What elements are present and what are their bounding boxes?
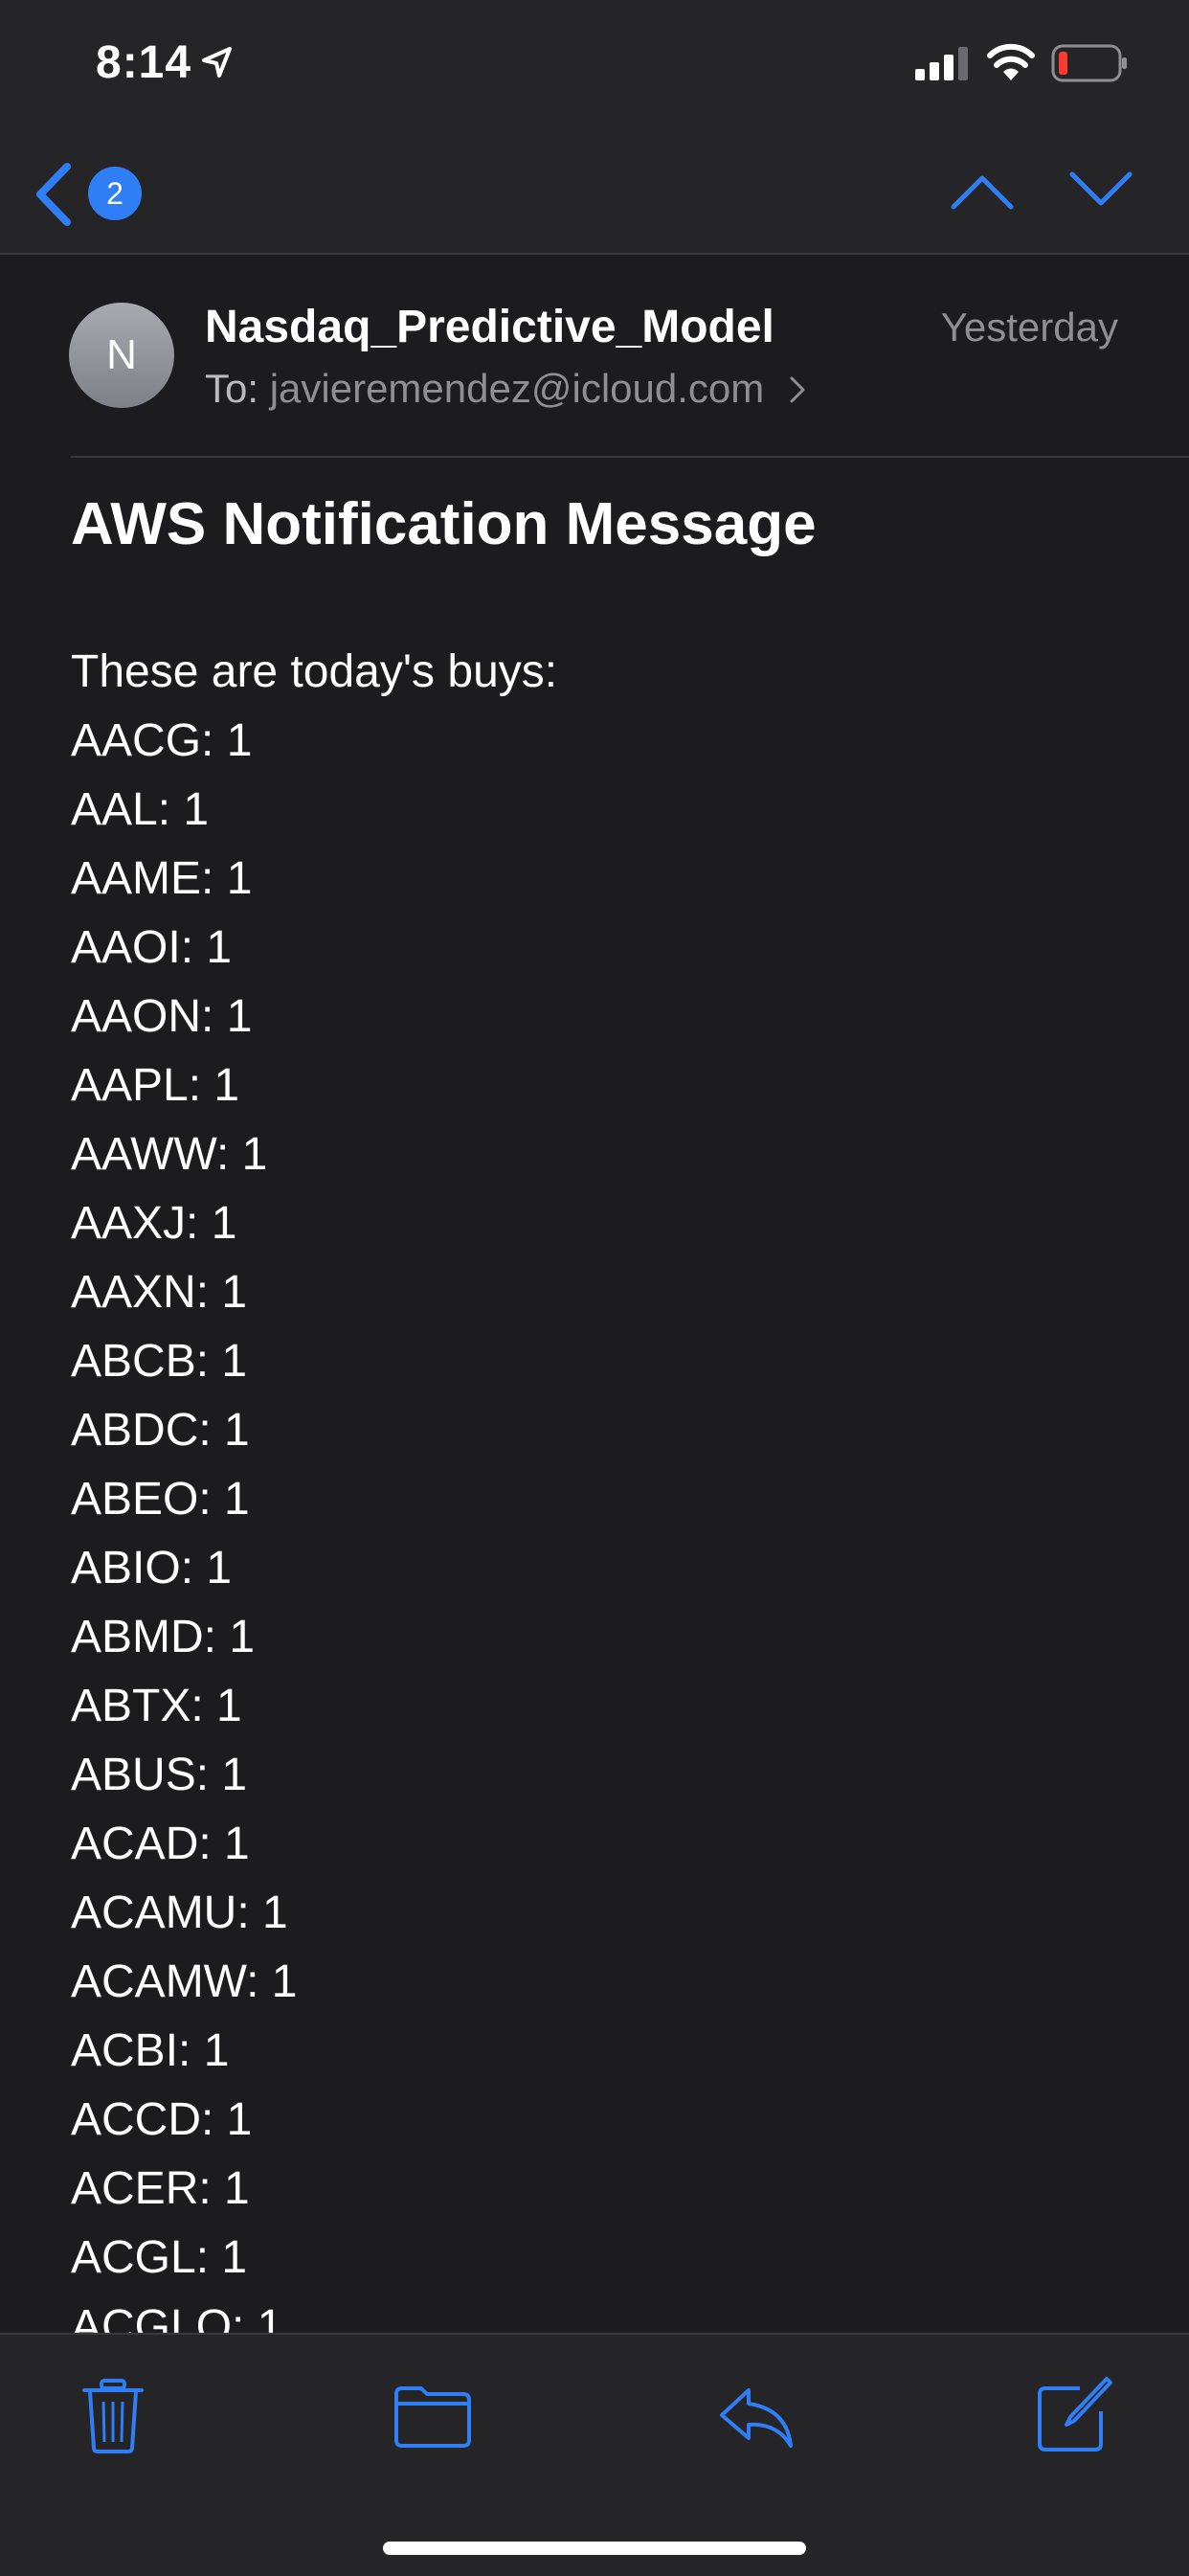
previous-message-icon[interactable] [948, 161, 1017, 218]
reply-icon[interactable] [716, 2375, 796, 2455]
buy-line: ACAMU: 1 [71, 1887, 288, 1938]
buy-line: ABMD: 1 [71, 1612, 256, 1662]
buy-line: ACAD: 1 [71, 1819, 250, 1869]
next-message-icon[interactable] [1066, 161, 1135, 218]
buy-line: ABCB: 1 [71, 1336, 248, 1387]
recipient-address: javieremendez@icloud.com [269, 366, 765, 411]
buy-line: AAWW: 1 [71, 1129, 268, 1180]
unread-count-badge: 2 [88, 167, 142, 220]
chevron-left-icon [36, 163, 71, 226]
recipient-row[interactable]: To: javieremendez@icloud.com [205, 366, 806, 412]
bottom-toolbar [0, 2333, 1189, 2576]
trash-icon[interactable] [73, 2375, 153, 2455]
back-button[interactable]: 2 [33, 157, 157, 234]
buy-line: ACCD: 1 [71, 2094, 253, 2145]
buy-line: AAXN: 1 [71, 1267, 248, 1318]
compose-icon[interactable] [1034, 2375, 1114, 2455]
buy-line: ABEO: 1 [71, 1474, 250, 1525]
buy-line: AAL: 1 [71, 784, 210, 835]
buy-line: AAON: 1 [71, 991, 253, 1042]
buy-line: ACGL: 1 [71, 2232, 248, 2283]
buy-line: ACAMW: 1 [71, 1956, 298, 2007]
buy-line: AAXJ: 1 [71, 1198, 237, 1249]
wifi-icon [987, 43, 1035, 80]
chevron-right-icon [790, 376, 805, 403]
home-indicator [383, 2542, 806, 2555]
buy-line: AAOI: 1 [71, 922, 233, 973]
message-body: These are today's buys: AACG: 1 AAL: 1 A… [71, 638, 1143, 2333]
sender-avatar[interactable]: N [69, 303, 174, 408]
nav-divider [0, 253, 1189, 255]
to-label: To: [205, 366, 259, 411]
battery-icon [1051, 44, 1127, 82]
buy-line: ACBI: 1 [71, 2025, 230, 2076]
nav-bar: 2 [0, 134, 1189, 254]
sender-name[interactable]: Nasdaq_Predictive_Model [205, 301, 774, 353]
top-chrome: 8:14 2 [0, 0, 1189, 255]
location-arrow-icon [202, 47, 232, 78]
header-divider [71, 456, 1189, 458]
status-time: 8:14 [96, 37, 192, 88]
body-intro: These are today's buys: [71, 646, 558, 697]
message-subject: AWS Notification Message [71, 491, 817, 557]
buy-line: AAPL: 1 [71, 1060, 240, 1111]
buy-line: ACGLO: 1 [71, 2301, 283, 2333]
buy-line: ABUS: 1 [71, 1750, 248, 1800]
buy-line: AAME: 1 [71, 853, 253, 904]
message-date: Yesterday [940, 305, 1118, 350]
buy-line: AACG: 1 [71, 715, 253, 766]
cellular-signal-icon [915, 47, 968, 80]
folder-icon[interactable] [393, 2375, 473, 2455]
buy-line: ABDC: 1 [71, 1405, 250, 1456]
status-bar: 8:14 [0, 0, 1189, 134]
buy-line: ABIO: 1 [71, 1543, 233, 1593]
buy-line: ABTX: 1 [71, 1681, 242, 1731]
buy-line: ACER: 1 [71, 2163, 250, 2214]
